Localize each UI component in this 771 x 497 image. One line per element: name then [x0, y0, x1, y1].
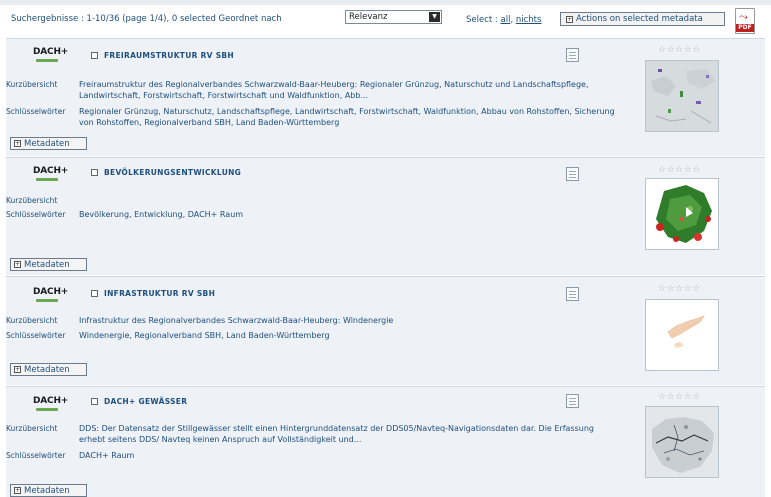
summary-label: Kurzübersicht — [6, 196, 58, 205]
record-title[interactable]: FREIRAUMSTRUKTUR RV SBH — [104, 51, 234, 60]
actions-label: Actions on selected metadata — [576, 14, 703, 24]
logo-text: DACH+ — [33, 396, 69, 406]
metadata-document-icon[interactable] — [566, 394, 579, 408]
map-thumbnail[interactable] — [645, 178, 719, 250]
expand-plus-icon: + — [14, 261, 21, 268]
logo-text: DACH+ — [33, 47, 69, 57]
metadata-document-icon[interactable] — [566, 167, 579, 181]
metadata-button-label: Metadaten — [24, 364, 70, 375]
record-title[interactable]: INFRASTRUKTUR RV SBH — [104, 289, 215, 298]
record-divider — [6, 276, 765, 277]
record-keywords: DACH+ Raum — [79, 451, 135, 460]
keywords-label: Schlüsselwörter — [6, 331, 66, 340]
logo-graphic — [36, 408, 58, 411]
record-select-checkbox[interactable] — [91, 169, 98, 176]
pdf-glyph-icon: ⤳ — [739, 10, 748, 23]
summary-label: Kurzübersicht — [6, 424, 58, 433]
map-thumbnail[interactable] — [645, 60, 719, 132]
result-record: DACH+ BEVÖLKERUNGSENTWICKLUNG ☆☆☆☆☆ Kurz… — [6, 157, 765, 275]
logo-graphic — [36, 299, 58, 302]
metadata-document-icon[interactable] — [566, 48, 579, 62]
metadata-button-label: Metadaten — [24, 485, 70, 496]
logo-graphic — [36, 178, 58, 181]
summary-label: Kurzübersicht — [6, 80, 58, 89]
map-thumbnail[interactable] — [645, 406, 719, 478]
toolbar-top-band — [0, 0, 771, 5]
dach-logo: DACH+ — [33, 166, 68, 186]
record-select-checkbox[interactable] — [91, 290, 98, 297]
metadata-document-icon[interactable] — [566, 287, 579, 301]
logo-text: DACH+ — [33, 166, 69, 176]
record-divider — [6, 157, 765, 158]
record-title[interactable]: DACH+ GEWÄSSER — [104, 397, 187, 406]
keywords-label: Schlüsselwörter — [6, 210, 66, 219]
record-title-row: INFRASTRUKTUR RV SBH — [91, 289, 215, 298]
expand-plus-icon: + — [14, 487, 21, 494]
expand-plus-icon: + — [14, 366, 21, 373]
metadata-toggle-button[interactable]: + Metadaten — [10, 258, 87, 271]
record-divider — [6, 38, 765, 39]
record-title-row: DACH+ GEWÄSSER — [91, 397, 187, 406]
record-keywords: Windenergie, Regionalverband SBH, Land B… — [79, 331, 330, 340]
record-keywords: Bevölkerung, Entwicklung, DACH+ Raum — [79, 210, 244, 219]
record-title[interactable]: BEVÖLKERUNGSENTWICKLUNG — [104, 168, 241, 177]
dach-logo: DACH+ — [33, 287, 68, 307]
metadata-toggle-button[interactable]: + Metadaten — [10, 137, 87, 150]
record-title-row: FREIRAUMSTRUKTUR RV SBH — [91, 51, 234, 60]
select-label: Select : — [466, 15, 501, 25]
record-select-checkbox[interactable] — [91, 52, 98, 59]
pdf-export-icon[interactable]: ⤳ PDF — [735, 8, 755, 34]
metadata-button-label: Metadaten — [24, 259, 70, 270]
record-summary: Infrastruktur des Regionalverbandes Schw… — [79, 316, 394, 325]
select-none-link[interactable]: nichts — [516, 15, 542, 25]
result-record: DACH+ INFRASTRUKTUR RV SBH ☆☆☆☆☆ Kurzübe… — [6, 276, 765, 385]
rating-stars[interactable]: ☆☆☆☆☆ — [658, 284, 701, 294]
results-toolbar: Suchergebnisse : 1-10/36 (page 1/4), 0 s… — [0, 0, 771, 38]
result-record: DACH+ FREIRAUMSTRUKTUR RV SBH ☆☆☆☆☆ Kurz… — [6, 38, 765, 156]
summary-label: Kurzübersicht — [6, 316, 58, 325]
sort-order-value: Relevanz — [349, 12, 388, 22]
dach-logo: DACH+ — [33, 47, 68, 67]
pdf-label: PDF — [736, 24, 754, 32]
record-summary: Freiraumstruktur des Regionalverbandes S… — [79, 80, 589, 100]
record-divider — [6, 386, 765, 387]
chevron-down-icon: ▼ — [429, 12, 440, 22]
metadata-toggle-button[interactable]: + Metadaten — [10, 363, 87, 376]
rating-stars[interactable]: ☆☆☆☆☆ — [658, 392, 701, 402]
expand-plus-icon: + — [14, 140, 21, 147]
record-select-checkbox[interactable] — [91, 398, 98, 405]
rating-stars[interactable]: ☆☆☆☆☆ — [658, 45, 701, 55]
record-title-row: BEVÖLKERUNGSENTWICKLUNG — [91, 168, 241, 177]
results-summary: Suchergebnisse : 1-10/36 (page 1/4), 0 s… — [11, 14, 282, 24]
record-keywords: Regionaler Grünzug, Naturschutz, Landsch… — [79, 107, 615, 127]
keywords-label: Schlüsselwörter — [6, 451, 66, 460]
sort-order-select[interactable]: Relevanz ▼ — [345, 10, 442, 24]
metadata-button-label: Metadaten — [24, 138, 70, 149]
keywords-label: Schlüsselwörter — [6, 107, 66, 116]
select-controls: Select : all, nichts — [466, 15, 541, 25]
select-all-link[interactable]: all — [501, 15, 511, 25]
rating-stars[interactable]: ☆☆☆☆☆ — [658, 165, 701, 175]
dach-logo: DACH+ — [33, 396, 68, 416]
logo-text: DACH+ — [33, 287, 69, 297]
result-record: DACH+ DACH+ GEWÄSSER ☆☆☆☆☆ Kurzübersicht… — [6, 386, 765, 497]
expand-plus-icon: + — [566, 15, 573, 23]
logo-graphic — [36, 59, 58, 62]
map-thumbnail[interactable] — [645, 299, 719, 371]
record-summary: DDS: Der Datensatz der Stillgewässer ste… — [79, 424, 595, 444]
metadata-toggle-button[interactable]: + Metadaten — [10, 484, 87, 497]
actions-on-selected-button[interactable]: + Actions on selected metadata — [560, 12, 725, 26]
